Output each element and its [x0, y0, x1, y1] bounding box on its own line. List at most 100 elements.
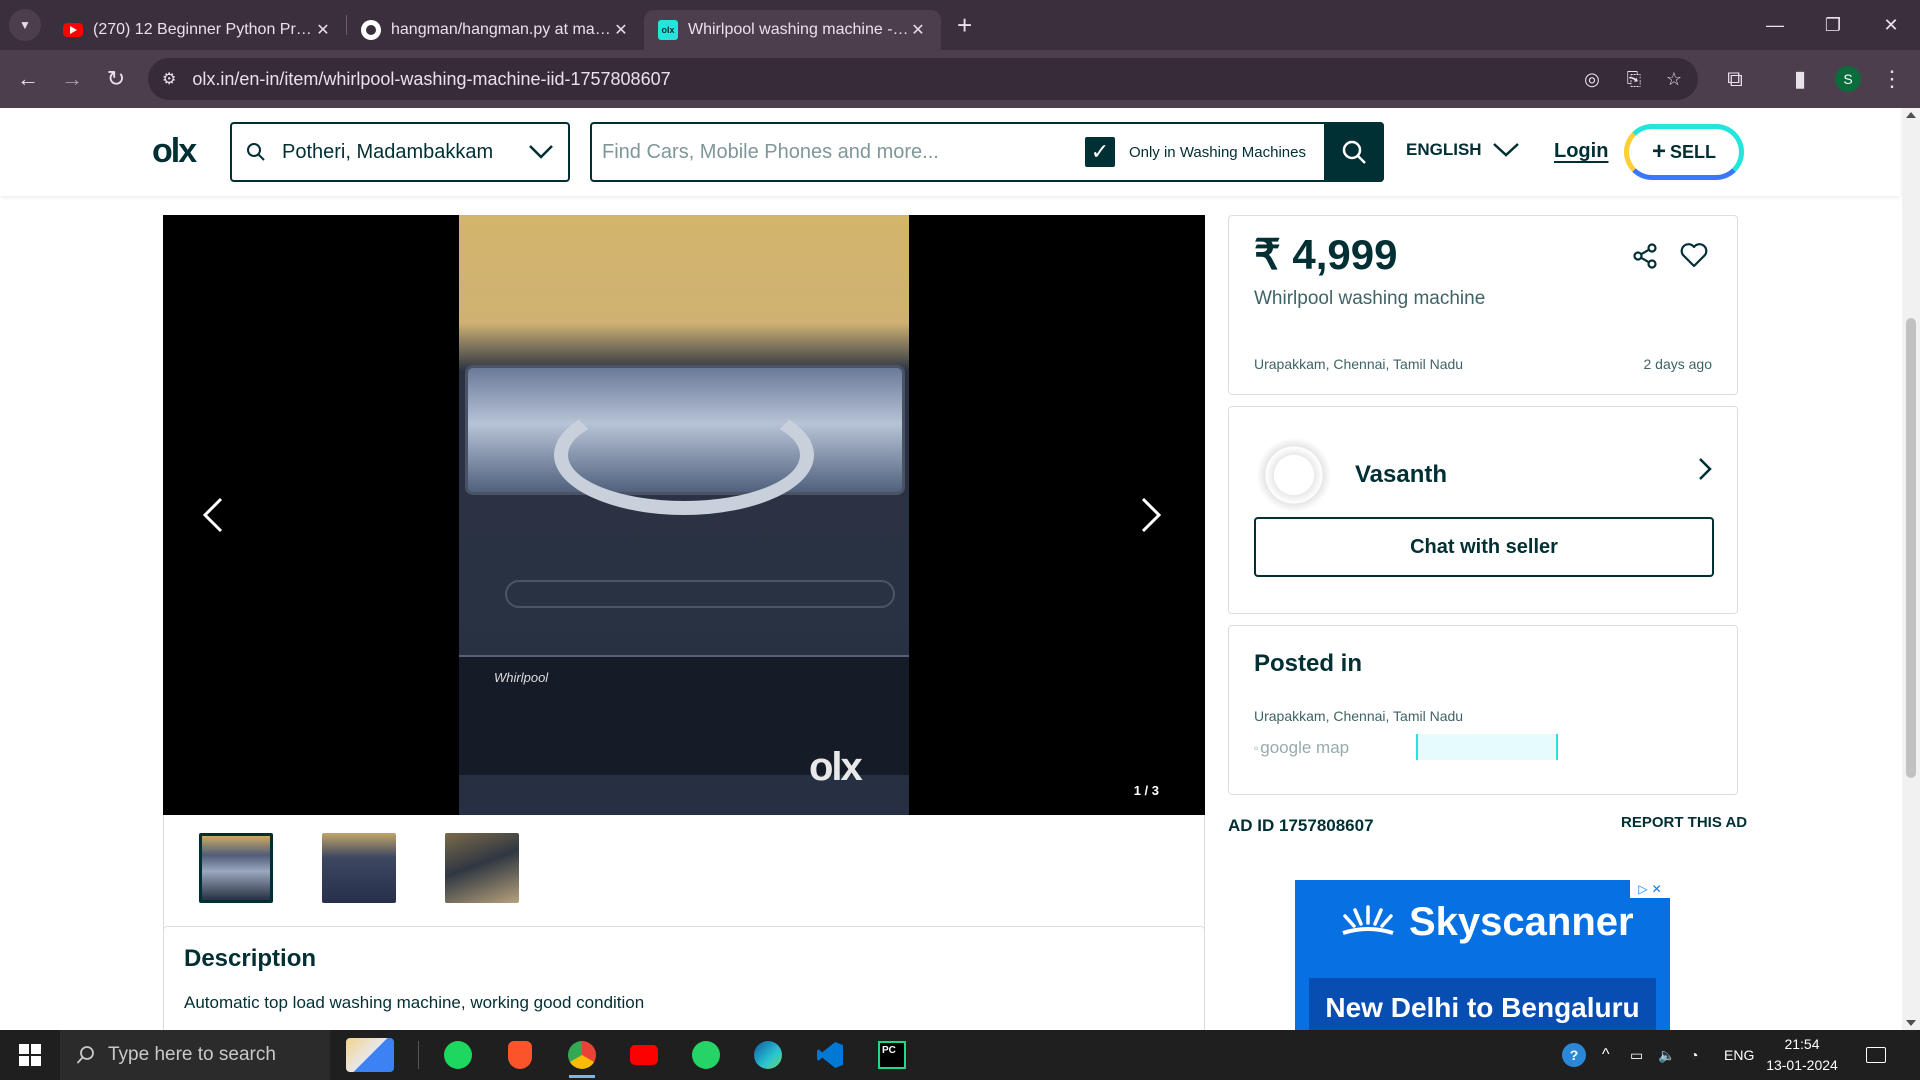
- brave-icon[interactable]: [489, 1030, 551, 1080]
- next-image-button[interactable]: [1131, 495, 1171, 535]
- search-bar: ✓ Only in Washing Machines: [590, 122, 1384, 182]
- language-selector[interactable]: ENGLISH: [1406, 140, 1520, 160]
- restore-button[interactable]: ❐: [1804, 0, 1862, 50]
- thumbnail-3[interactable]: [445, 833, 519, 903]
- chat-with-seller-button[interactable]: Chat with seller: [1254, 517, 1714, 577]
- price-card: ₹ 4,999 Whirlpool washing machine Urapak…: [1228, 215, 1738, 395]
- notification-icon[interactable]: [1866, 1030, 1886, 1080]
- menu-icon[interactable]: ⋮: [1874, 61, 1910, 97]
- new-tab-button[interactable]: +: [957, 10, 972, 41]
- tray-overflow-icon[interactable]: ^: [1602, 1030, 1610, 1080]
- taskbar-search-placeholder: Type here to search: [108, 1044, 276, 1065]
- seller-name[interactable]: Vasanth: [1355, 461, 1447, 489]
- side-panel-icon[interactable]: ▮: [1782, 61, 1818, 97]
- google-map-image[interactable]: ▫ google map: [1254, 738, 1349, 758]
- battery-icon[interactable]: ▭: [1630, 1030, 1643, 1080]
- edge-icon[interactable]: [737, 1030, 799, 1080]
- olx-logo[interactable]: olx: [152, 132, 197, 171]
- close-icon[interactable]: ✕: [612, 20, 630, 40]
- language-label: ENGLISH: [1406, 140, 1482, 159]
- url-text[interactable]: olx.in/en-in/item/whirlpool-washing-mach…: [192, 69, 670, 90]
- share-icon[interactable]: [1631, 242, 1659, 270]
- map-marker-box: [1416, 734, 1558, 760]
- adchoices-icon[interactable]: ▷ ✕: [1630, 880, 1670, 898]
- tab-youtube[interactable]: (270) 12 Beginner Python Projects - Codi…: [49, 10, 346, 50]
- close-icon[interactable]: ✕: [909, 20, 927, 40]
- site-header: olx Potheri, Madambakkam ✓ Only in Washi…: [0, 108, 1900, 196]
- help-icon[interactable]: ?: [1562, 1030, 1586, 1080]
- forward-button[interactable]: →: [54, 61, 90, 97]
- tracking-protection-icon[interactable]: ◎: [1574, 58, 1610, 100]
- favorite-heart-icon[interactable]: [1679, 240, 1709, 270]
- page-scrollbar[interactable]: [1902, 108, 1920, 1030]
- windows-taskbar: Type here to search PC ? ^ ▭ 🔈 ◔ ENG 21:…: [0, 1030, 1920, 1080]
- posted-in-card: Posted in Urapakkam, Chennai, Tamil Nadu…: [1228, 625, 1738, 795]
- image-gallery: Whirlpool olx 1 / 3: [163, 215, 1205, 815]
- report-ad-link[interactable]: REPORT THIS AD: [1621, 814, 1747, 831]
- profile-initial: S: [1835, 66, 1861, 92]
- close-window-button[interactable]: ✕: [1862, 0, 1920, 50]
- listing-location: Urapakkam, Chennai, Tamil Nadu: [1254, 356, 1464, 372]
- address-bar[interactable]: ⚙ olx.in/en-in/item/whirlpool-washing-ma…: [148, 58, 1698, 100]
- login-link[interactable]: Login: [1554, 140, 1608, 163]
- taskbar-clock[interactable]: 21:54 13-01-2024: [1762, 1034, 1842, 1076]
- sell-label: SELL: [1670, 141, 1717, 162]
- tab-github[interactable]: hangman/hangman.py at master ✕: [347, 10, 644, 50]
- search-icon: [76, 1046, 94, 1064]
- back-button[interactable]: ←: [10, 61, 46, 97]
- profile-avatar[interactable]: S: [1830, 61, 1866, 97]
- search-icon: [1342, 140, 1366, 164]
- thumbnail-strip: [163, 815, 1205, 933]
- chevron-left-icon: [202, 497, 223, 533]
- scroll-up-arrow[interactable]: [1906, 112, 1916, 118]
- close-icon[interactable]: ✕: [314, 20, 332, 40]
- pycharm-icon[interactable]: PC: [861, 1030, 923, 1080]
- vscode-icon[interactable]: [799, 1030, 861, 1080]
- scrollbar-thumb[interactable]: [1906, 318, 1916, 778]
- github-icon: [361, 20, 381, 40]
- taskbar-widget-icon[interactable]: [330, 1030, 410, 1080]
- advert-route: New Delhi to Bengaluru: [1309, 978, 1656, 1030]
- tab-search-button[interactable]: ▼: [9, 9, 41, 41]
- bookmark-star-icon[interactable]: ☆: [1656, 58, 1692, 100]
- search-input[interactable]: [592, 124, 1085, 180]
- machine-vent-image: [505, 580, 895, 608]
- category-checkbox[interactable]: ✓: [1084, 137, 1115, 167]
- sell-button[interactable]: + SELL: [1624, 124, 1744, 180]
- install-app-icon[interactable]: ⎘: [1616, 58, 1652, 100]
- seller-avatar: [1254, 435, 1334, 515]
- start-button[interactable]: [0, 1030, 60, 1080]
- chrome-icon[interactable]: [551, 1030, 613, 1080]
- prev-image-button[interactable]: [193, 495, 233, 535]
- tab-title: Whirlpool washing machine - Washing Mach…: [688, 21, 909, 38]
- whatsapp-icon[interactable]: [675, 1030, 737, 1080]
- broken-image-icon: ▫: [1254, 741, 1259, 755]
- plus-icon: +: [1651, 138, 1666, 165]
- tab-olx[interactable]: olx Whirlpool washing machine - Washing …: [644, 10, 941, 50]
- posted-in-location: Urapakkam, Chennai, Tamil Nadu: [1254, 708, 1464, 724]
- listing-photo[interactable]: Whirlpool olx: [459, 215, 909, 815]
- thumbnail-1[interactable]: [199, 833, 273, 903]
- reload-button[interactable]: ↻: [98, 61, 134, 97]
- input-language[interactable]: ENG: [1724, 1030, 1754, 1080]
- youtube-app-icon[interactable]: [613, 1030, 675, 1080]
- volume-icon[interactable]: 🔈: [1658, 1030, 1675, 1080]
- skyscanner-advert[interactable]: ▷ ✕ Skyscanner New Delhi to Bengaluru: [1295, 880, 1670, 1030]
- ad-id: AD ID 1757808607: [1228, 816, 1374, 835]
- chevron-down-icon: [529, 145, 553, 159]
- thumbnail-2[interactable]: [322, 833, 396, 903]
- location-text: Potheri, Madambakkam: [282, 140, 494, 163]
- spotify-icon[interactable]: [427, 1030, 489, 1080]
- location-selector[interactable]: Potheri, Madambakkam: [230, 122, 570, 182]
- site-info-icon[interactable]: ⚙: [162, 69, 176, 89]
- chevron-right-icon[interactable]: [1697, 457, 1713, 481]
- search-button[interactable]: [1324, 122, 1384, 182]
- taskbar-search[interactable]: Type here to search: [60, 1030, 330, 1080]
- clock-date: 13-01-2024: [1766, 1057, 1838, 1073]
- search-icon: [247, 143, 265, 161]
- scroll-down-arrow[interactable]: [1906, 1020, 1916, 1026]
- olx-watermark: olx: [809, 745, 863, 789]
- minimize-button[interactable]: —: [1746, 0, 1804, 50]
- extensions-icon[interactable]: ⧉: [1717, 61, 1753, 97]
- wifi-icon[interactable]: ◔: [1690, 1030, 1698, 1080]
